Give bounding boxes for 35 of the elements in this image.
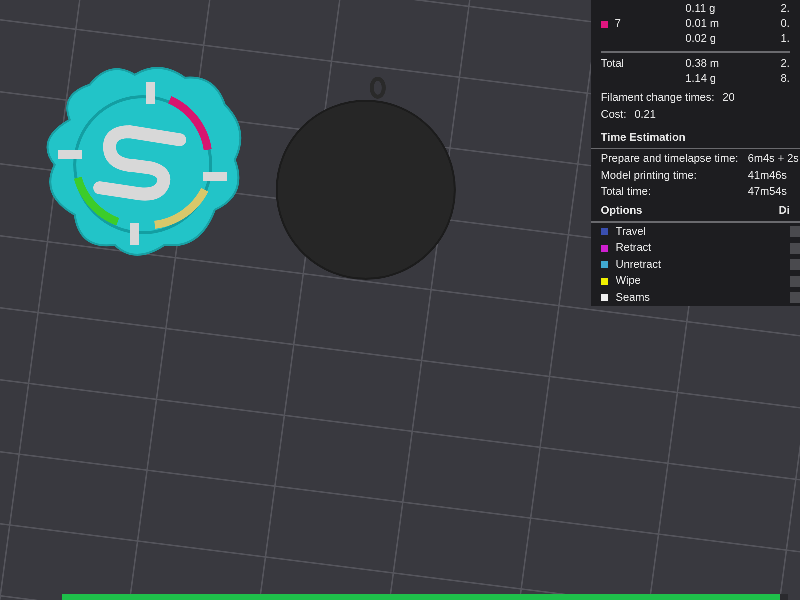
time-label: Prepare and timelapse time: bbox=[601, 152, 740, 168]
checkbox[interactable] bbox=[790, 226, 800, 238]
time-value: 41m46s bbox=[748, 168, 788, 184]
filament-value: 2. bbox=[780, 2, 790, 17]
legend-label: Travel bbox=[616, 224, 648, 240]
legend-label: Unretract bbox=[616, 258, 662, 273]
total-value: 8. bbox=[780, 72, 790, 87]
total-length: 0.38 m bbox=[686, 56, 720, 72]
section-title: Options bbox=[601, 204, 644, 219]
checkbox[interactable] bbox=[790, 276, 800, 287]
time-label: Model printing time: bbox=[601, 168, 698, 184]
total-weight: 1.14 g bbox=[686, 72, 718, 87]
filament-change-label: Filament change times: bbox=[601, 90, 715, 106]
cost-value: 0.21 bbox=[634, 108, 656, 123]
section-title: Time Estimation bbox=[600, 130, 687, 146]
checkbox[interactable] bbox=[790, 242, 800, 254]
filament-value: 1. bbox=[780, 32, 790, 47]
checkbox[interactable] bbox=[790, 292, 800, 304]
time-value: 6m4s + 2s bbox=[748, 152, 800, 168]
cost-label: Cost: bbox=[601, 108, 627, 123]
legend-label: Wipe bbox=[616, 274, 642, 290]
total-value: 2. bbox=[780, 56, 790, 72]
filament-weight: 0.02 g bbox=[686, 32, 718, 47]
total-label: Total bbox=[601, 56, 626, 72]
filament-value: 0. bbox=[780, 17, 790, 32]
legend-label: Retract bbox=[616, 241, 652, 256]
checkbox[interactable] bbox=[790, 259, 800, 270]
filament-change-value: 20 bbox=[722, 90, 735, 106]
filament-weight: 0.11 g bbox=[686, 2, 716, 17]
time-label: Total time: bbox=[601, 185, 652, 200]
legend-label: Seams bbox=[616, 290, 652, 306]
filament-length: 0.01 m bbox=[686, 17, 720, 32]
time-value: 47m54s bbox=[748, 185, 788, 200]
column-header: Di bbox=[779, 204, 790, 219]
filament-label: 7 bbox=[615, 17, 622, 32]
